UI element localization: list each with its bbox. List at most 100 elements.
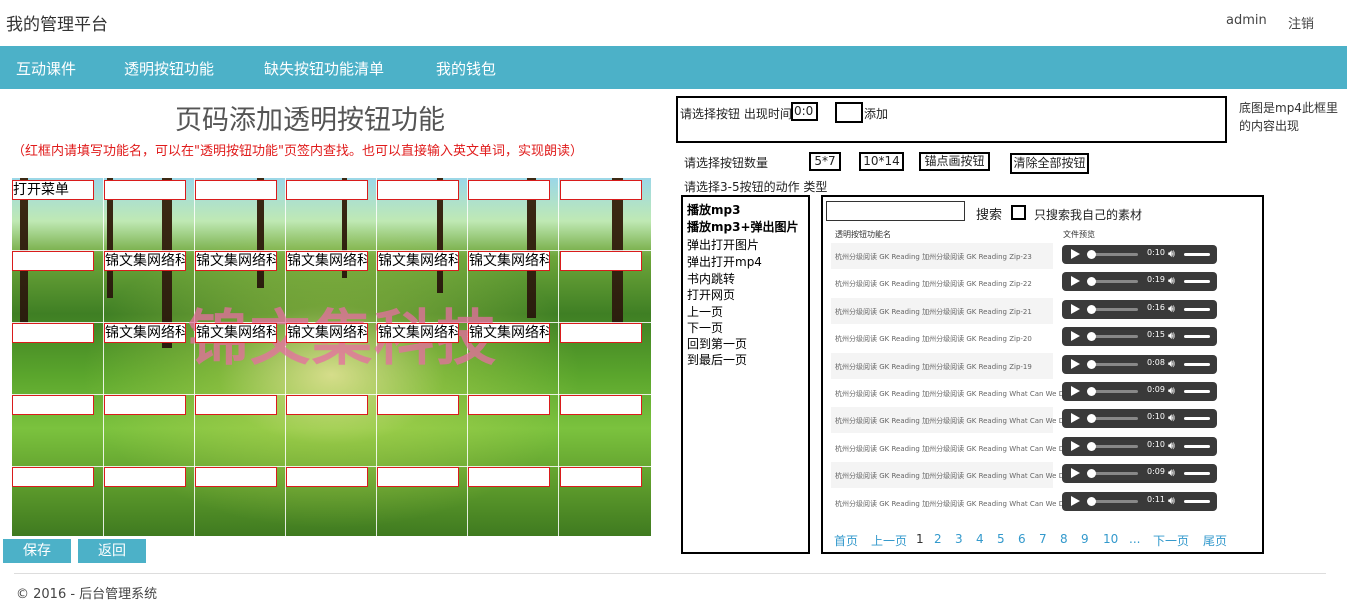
- play-icon[interactable]: [1071, 249, 1080, 259]
- pagination-page-link[interactable]: 4: [976, 532, 984, 546]
- audio-player[interactable]: 0:09 🔊︎: [1062, 382, 1217, 401]
- grid-cell-input[interactable]: [560, 323, 642, 343]
- grid-cell-input[interactable]: [377, 395, 459, 415]
- volume-slider[interactable]: [1184, 499, 1210, 503]
- grid-cell-input[interactable]: [560, 180, 642, 200]
- grid-cell-input[interactable]: 锦文集网络科: [377, 323, 459, 343]
- pagination-first-link[interactable]: 首页: [834, 532, 858, 549]
- volume-slider[interactable]: [1184, 307, 1210, 311]
- grid-cell-input[interactable]: [104, 467, 186, 487]
- anchor-draw-button[interactable]: 锚点画按钮: [919, 152, 990, 171]
- volume-slider[interactable]: [1184, 444, 1210, 448]
- volume-icon[interactable]: 🔊︎: [1168, 411, 1175, 425]
- nav-item-transparent-buttons[interactable]: 透明按钮功能: [124, 58, 214, 79]
- pagination-page-link[interactable]: 1: [916, 532, 924, 546]
- save-button[interactable]: 保存: [3, 539, 71, 563]
- pagination-page-link[interactable]: 5: [997, 532, 1005, 546]
- action-type-item[interactable]: 到最后一页: [687, 351, 747, 368]
- volume-icon[interactable]: 🔊︎: [1168, 247, 1175, 261]
- grid-cell-input[interactable]: [286, 180, 368, 200]
- volume-icon[interactable]: 🔊︎: [1168, 494, 1175, 508]
- user-name-link[interactable]: admin: [1226, 13, 1267, 28]
- progress-knob[interactable]: [1087, 414, 1096, 424]
- grid-cell-input[interactable]: 锦文集网络科: [377, 251, 459, 271]
- logout-link[interactable]: 注销: [1288, 13, 1314, 32]
- play-icon[interactable]: [1071, 358, 1080, 369]
- audio-player[interactable]: 0:16 🔊︎: [1062, 299, 1217, 319]
- volume-icon[interactable]: 🔊︎: [1168, 302, 1175, 316]
- media-title[interactable]: 杭州分级阅读 GK Reading 加州分级阅读 GK Reading What…: [835, 444, 1080, 454]
- grid-cell-input[interactable]: 锦文集网络科: [104, 251, 186, 271]
- progress-knob[interactable]: [1087, 469, 1096, 479]
- pagination-next-link[interactable]: 下一页: [1153, 532, 1189, 549]
- audio-player[interactable]: 0:09 🔊︎: [1062, 464, 1217, 484]
- clear-all-button[interactable]: 清除全部按钮: [1010, 153, 1089, 174]
- audio-player[interactable]: 0:19 🔊︎: [1062, 272, 1217, 292]
- media-title[interactable]: 杭州分级阅读 GK Reading 加州分级阅读 GK Reading Zip-…: [835, 307, 1032, 317]
- brand-title[interactable]: 我的管理平台: [6, 10, 108, 35]
- action-type-item[interactable]: 上一页: [687, 303, 723, 320]
- media-title[interactable]: 杭州分级阅读 GK Reading 加州分级阅读 GK Reading What…: [835, 416, 1080, 426]
- grid-cell-input[interactable]: [560, 251, 642, 271]
- volume-icon[interactable]: 🔊︎: [1168, 357, 1175, 371]
- grid-10x14-button[interactable]: 10*14: [859, 152, 904, 171]
- audio-player[interactable]: 0:08 🔊︎: [1062, 354, 1217, 374]
- volume-slider[interactable]: [1184, 253, 1210, 256]
- search-input[interactable]: [826, 201, 965, 221]
- pagination-page-link[interactable]: 9: [1081, 532, 1089, 546]
- grid-cell-input[interactable]: 打开菜单: [12, 180, 94, 200]
- play-icon[interactable]: [1071, 468, 1080, 479]
- progress-knob[interactable]: [1087, 250, 1096, 259]
- grid-cell-input[interactable]: [12, 323, 94, 343]
- add-checkbox[interactable]: [835, 102, 863, 123]
- audio-player[interactable]: 0:11 🔊︎: [1062, 491, 1217, 511]
- volume-slider[interactable]: [1184, 417, 1210, 421]
- grid-cell-input[interactable]: [560, 395, 642, 415]
- play-icon[interactable]: [1071, 413, 1080, 424]
- grid-cell-input[interactable]: 锦文集网络科: [468, 323, 550, 343]
- action-type-item[interactable]: 播放mp3+弹出图片: [687, 218, 799, 235]
- grid-cell-input[interactable]: [12, 251, 94, 271]
- grid-cell-input[interactable]: [195, 395, 277, 415]
- media-title[interactable]: 杭州分级阅读 GK Reading 加州分级阅读 GK Reading Zip-…: [835, 362, 1032, 372]
- grid-cell-input[interactable]: 锦文集网络科: [286, 323, 368, 343]
- action-type-item[interactable]: 播放mp3: [687, 201, 740, 218]
- grid-cell-input[interactable]: [560, 467, 642, 487]
- volume-icon[interactable]: 🔊︎: [1168, 274, 1175, 288]
- progress-knob[interactable]: [1087, 304, 1096, 314]
- pagination-page-link[interactable]: 10: [1103, 532, 1118, 546]
- grid-5x7-button[interactable]: 5*7: [809, 152, 841, 171]
- media-title[interactable]: 杭州分级阅读 GK Reading 加州分级阅读 GK Reading Zip-…: [835, 252, 1032, 262]
- progress-knob[interactable]: [1087, 277, 1096, 287]
- pagination-last-link[interactable]: 尾页: [1203, 532, 1227, 549]
- volume-slider[interactable]: [1184, 280, 1210, 284]
- action-type-item[interactable]: 打开网页: [687, 286, 735, 303]
- media-title[interactable]: 杭州分级阅读 GK Reading 加州分级阅读 GK Reading Zip-…: [835, 334, 1032, 344]
- play-icon[interactable]: [1071, 331, 1080, 342]
- media-title[interactable]: 杭州分级阅读 GK Reading 加州分级阅读 GK Reading What…: [835, 471, 1080, 481]
- action-type-item[interactable]: 书内跳转: [687, 270, 735, 287]
- play-icon[interactable]: [1071, 386, 1080, 396]
- progress-knob[interactable]: [1087, 387, 1096, 396]
- play-icon[interactable]: [1071, 495, 1080, 506]
- volume-slider[interactable]: [1184, 390, 1210, 393]
- grid-cell-input[interactable]: [286, 395, 368, 415]
- pagination-page-link[interactable]: 3: [955, 532, 963, 546]
- audio-player[interactable]: 0:15 🔊︎: [1062, 327, 1217, 347]
- grid-cell-input[interactable]: [195, 180, 277, 200]
- only-mine-checkbox[interactable]: [1011, 205, 1026, 220]
- back-button[interactable]: 返回: [78, 539, 146, 563]
- volume-icon[interactable]: 🔊︎: [1168, 466, 1175, 480]
- grid-cell-input[interactable]: [104, 395, 186, 415]
- volume-icon[interactable]: 🔊︎: [1168, 329, 1175, 343]
- play-icon[interactable]: [1071, 440, 1080, 451]
- grid-cell-input[interactable]: [195, 467, 277, 487]
- grid-cell-input[interactable]: 锦文集网络科: [195, 323, 277, 343]
- grid-cell-input[interactable]: [468, 467, 550, 487]
- add-label[interactable]: 添加: [864, 105, 888, 122]
- grid-cell-input[interactable]: [468, 180, 550, 200]
- pagination-prev-link[interactable]: 上一页: [871, 532, 907, 549]
- pagination-page-link[interactable]: 6: [1018, 532, 1026, 546]
- pagination-page-link[interactable]: 8: [1060, 532, 1068, 546]
- media-title[interactable]: 杭州分级阅读 GK Reading 加州分级阅读 GK Reading What…: [835, 389, 1080, 399]
